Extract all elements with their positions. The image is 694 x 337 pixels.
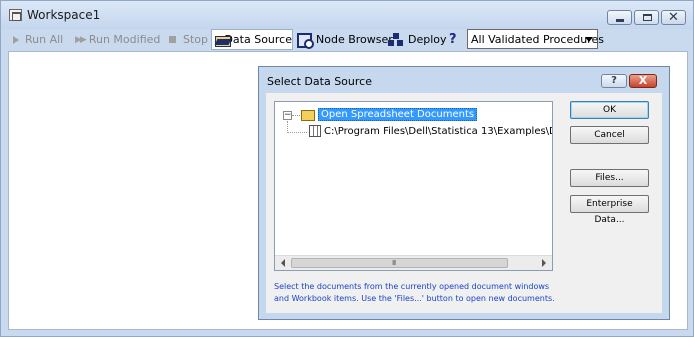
cancel-button[interactable]: Cancel [570,126,649,144]
node-browser-button[interactable]: Node Browser [297,29,393,50]
close-button[interactable]: ✕ [661,10,686,25]
scroll-grip: III [392,259,396,267]
hint-text: Select the documents from the currently … [274,282,555,303]
minimize-button[interactable] [607,10,632,25]
enterprise-data-button[interactable]: Enterprise Data... [570,195,649,225]
help-icon: ? [449,32,457,47]
toolbar: Run All ▶▶ Run Modified Stop Data Source… [5,29,691,51]
fast-forward-icon: ▶▶ [75,34,87,45]
tree-item-label: C:\Program Files\Dell\Statistica 13\Exam… [324,125,552,137]
minimize-icon [616,19,624,22]
select-data-source-dialog: Select Data Source ? X − Open Spreadshee… [258,66,670,320]
chevron-down-icon [585,37,593,42]
deploy-button[interactable]: Deploy [388,29,447,50]
files-button[interactable]: Files... [570,169,649,187]
stop-button[interactable]: Stop [169,29,208,50]
tree-item-open-spreadsheets[interactable]: Open Spreadsheet Documents [301,108,478,121]
stop-icon [169,36,176,43]
scroll-right-icon[interactable] [542,259,546,267]
node-browser-icon [297,32,314,49]
maximize-button[interactable] [634,10,659,25]
close-icon: ✕ [668,10,679,25]
scroll-thumb[interactable]: III [291,258,508,268]
tree-connector [292,115,300,116]
dialog-title: Select Data Source [267,75,372,88]
collapse-toggle[interactable]: − [283,111,292,120]
data-source-button[interactable]: Data Source [211,29,293,50]
tree-item-label: Open Spreadsheet Documents [318,108,478,121]
dialog-body: − Open Spreadsheet Documents C:\Program … [266,93,662,313]
workspace-icon [9,9,22,21]
help-button[interactable]: ? [449,29,457,50]
open-folder-icon [215,34,233,47]
tree-connector [287,132,307,133]
tree-connector [287,121,288,131]
folder-icon [301,109,315,121]
deploy-icon [388,32,404,47]
dialog-help-button[interactable]: ? [601,74,627,88]
play-icon [13,35,19,44]
window-title: Workspace1 [27,8,101,22]
run-all-button[interactable]: Run All [13,29,63,50]
main-window: Workspace1 ✕ Run All ▶▶ Run Modified Sto… [0,0,694,337]
ok-button[interactable]: OK [570,101,649,119]
spreadsheet-icon [309,125,321,137]
data-source-tree[interactable]: − Open Spreadsheet Documents C:\Program … [274,101,553,271]
maximize-icon [643,14,652,21]
run-modified-button[interactable]: ▶▶ Run Modified [75,29,160,50]
scroll-left-icon[interactable] [281,259,285,267]
title-bar: Workspace1 ✕ [1,1,693,29]
tree-item-dataset-path[interactable]: C:\Program Files\Dell\Statistica 13\Exam… [309,125,552,137]
horizontal-scrollbar[interactable]: III [275,255,552,270]
procedures-select[interactable]: All Validated Procedures [467,29,604,49]
dialog-close-button[interactable]: X [629,74,657,88]
